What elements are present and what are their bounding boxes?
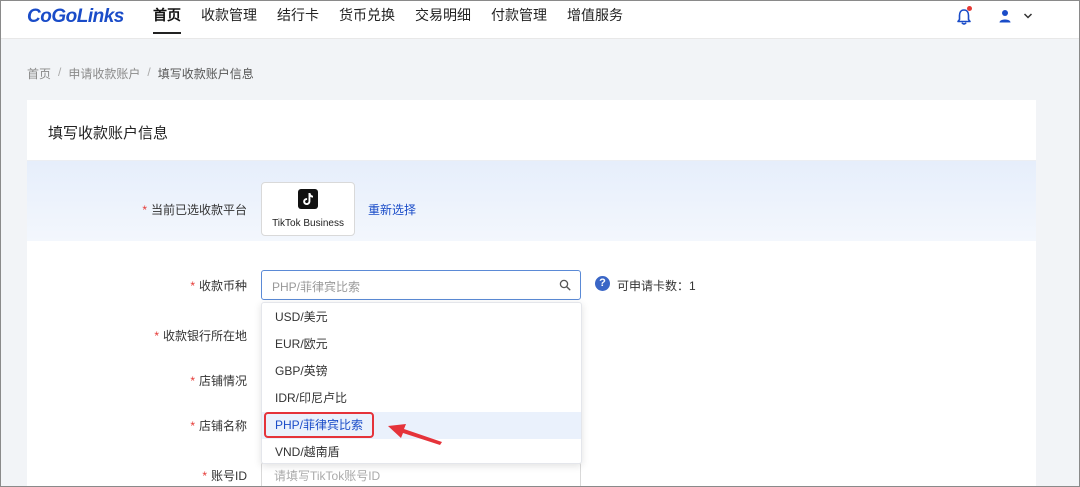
required-mark: * — [190, 419, 195, 433]
reselect-link[interactable]: 重新选择 — [368, 201, 416, 218]
annotation-highlight-box — [264, 412, 374, 438]
top-header: CoGoLinks 首页 收款管理 结行卡 货币兑换 交易明细 付款管理 增值服… — [0, 0, 1080, 39]
breadcrumb-apply-account[interactable]: 申请收款账户 — [68, 65, 140, 82]
account-id-input[interactable] — [274, 464, 574, 487]
breadcrumb-separator: / — [147, 65, 151, 79]
platform-card: TikTok Business — [261, 182, 355, 236]
help-icon[interactable]: ? — [595, 276, 610, 291]
platform-name: TikTok Business — [272, 218, 344, 229]
currency-label: * 收款币种 — [190, 279, 247, 293]
currency-select[interactable]: PHP/菲律宾比索 — [261, 270, 581, 300]
store-status-label: * 店铺情况 — [190, 374, 247, 388]
nav-item-transactions[interactable]: 交易明细 — [415, 0, 471, 39]
breadcrumb-home[interactable]: 首页 — [27, 65, 51, 82]
dropdown-option-usd[interactable]: USD/美元 — [262, 304, 581, 331]
nav-item-exchange[interactable]: 货币兑换 — [339, 0, 395, 39]
card-quota-text: 可申请卡数：1 — [617, 279, 696, 293]
bank-location-label: * 收款银行所在地 — [154, 329, 247, 343]
breadcrumb: 首页 / 申请收款账户 / 填写收款账户信息 — [27, 65, 254, 82]
store-name-label: * 店铺名称 — [190, 419, 247, 433]
search-icon — [559, 279, 571, 291]
breadcrumb-current: 填写收款账户信息 — [157, 67, 254, 81]
nav-item-payments[interactable]: 付款管理 — [491, 0, 547, 39]
logo[interactable]: CoGoLinks — [27, 6, 124, 28]
dropdown-option-eur[interactable]: EUR/欧元 — [262, 331, 581, 358]
breadcrumb-separator: / — [58, 65, 62, 79]
nav-item-cards[interactable]: 结行卡 — [277, 0, 319, 39]
dropdown-option-gbp[interactable]: GBP/英镑 — [262, 358, 581, 385]
currency-select-value: PHP/菲律宾比索 — [272, 280, 361, 294]
user-icon[interactable] — [998, 9, 1012, 23]
required-mark: * — [190, 374, 195, 388]
platform-label: * 当前已选收款平台 — [142, 203, 247, 217]
nav-item-home[interactable]: 首页 — [153, 0, 181, 39]
annotation-arrow-icon — [388, 424, 442, 445]
required-mark: * — [190, 279, 195, 293]
main-nav: 首页 收款管理 结行卡 货币兑换 交易明细 付款管理 增值服务 — [153, 0, 643, 39]
dropdown-option-idr[interactable]: IDR/印尼卢比 — [262, 385, 581, 412]
notification-dot — [967, 6, 972, 11]
required-mark: * — [154, 329, 159, 343]
nav-item-collection[interactable]: 收款管理 — [201, 0, 257, 39]
tiktok-icon — [298, 189, 318, 209]
page-title: 填写收款账户信息 — [48, 125, 169, 142]
required-mark: * — [142, 203, 147, 217]
required-mark: * — [202, 469, 207, 483]
chevron-down-icon[interactable] — [1023, 11, 1033, 21]
account-id-label: * 账号ID — [202, 469, 247, 483]
nav-item-value-added[interactable]: 增值服务 — [567, 0, 623, 39]
